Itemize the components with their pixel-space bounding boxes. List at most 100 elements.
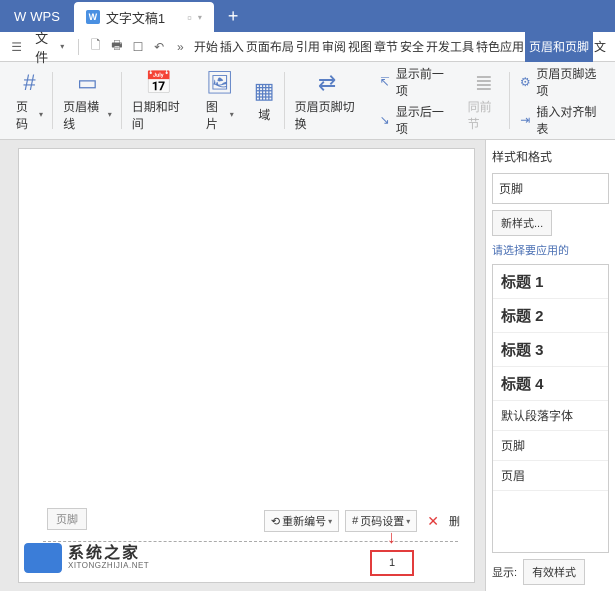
chevron-down-icon: ▾ xyxy=(39,110,43,119)
chevron-down-icon: ▾ xyxy=(406,517,410,526)
delete-label: 删 xyxy=(449,513,460,529)
page-number-icon: # xyxy=(23,70,35,96)
style-item-h1[interactable]: 标题 1 xyxy=(493,265,608,299)
field-icon: ▦ xyxy=(254,78,275,104)
next-icon: ↘ xyxy=(378,112,392,128)
style-item-h3[interactable]: 标题 3 xyxy=(493,333,608,367)
show-mode-select[interactable]: 有效样式 xyxy=(523,559,585,585)
document-area[interactable]: ⟲重新编号▾ #页码设置▾ ✕ 删 页脚 ↓ 1 系统之家 XITONGZHIJ… xyxy=(0,140,485,591)
tab-insert[interactable]: 插入 xyxy=(219,32,245,62)
show-next-button[interactable]: ↘显示后一项 xyxy=(378,103,450,137)
switch-group[interactable]: ⇄ 页眉页脚切换 xyxy=(285,62,370,139)
new-style-button[interactable]: 新样式... xyxy=(492,210,552,236)
page-setup-icon: # xyxy=(352,515,358,527)
content-area: ⟲重新编号▾ #页码设置▾ ✕ 删 页脚 ↓ 1 系统之家 XITONGZHIJ… xyxy=(0,140,615,591)
switch-icon: ⇄ xyxy=(318,70,336,96)
show-label: 显示: xyxy=(492,564,517,580)
style-item-h4[interactable]: 标题 4 xyxy=(493,367,608,401)
renumber-icon: ⟲ xyxy=(271,515,280,528)
picture-icon: 🖼 xyxy=(206,70,234,96)
tab-devtools[interactable]: 开发工具 xyxy=(425,32,475,62)
page-setup-label: 页码设置 xyxy=(360,513,404,529)
tab-text[interactable]: 文 xyxy=(593,32,607,62)
doc-icon: W xyxy=(86,10,100,24)
doc-title: 文字文稿1 xyxy=(106,8,165,27)
hf-options-button[interactable]: ⚙页眉页脚选项 xyxy=(518,65,601,99)
watermark-logo: 系统之家 XITONGZHIJIA.NET xyxy=(24,543,149,573)
print-icon[interactable]: 🖶 xyxy=(108,37,125,57)
insert-align-button[interactable]: ⇥插入对齐制表 xyxy=(518,103,601,137)
renumber-label: 重新编号 xyxy=(282,513,326,529)
style-item-header[interactable]: 页眉 xyxy=(493,461,608,491)
document-tab[interactable]: W 文字文稿1 ▫ ▾ xyxy=(74,2,214,32)
style-item-h2[interactable]: 标题 2 xyxy=(493,299,608,333)
menu-bar: ☰ 文件 ▾ 🗋 🖶 ☐ ↶ » 开始 插入 页面布局 引用 审阅 视图 章节 … xyxy=(0,32,615,62)
datetime-group[interactable]: 📅 日期和时间 xyxy=(122,62,196,139)
page-setup-button[interactable]: #页码设置▾ xyxy=(345,510,417,532)
show-group: ↸显示前一项 ↘显示后一项 xyxy=(370,65,458,137)
tab-layout[interactable]: 页面布局 xyxy=(245,32,295,62)
title-bar: W WPS W 文字文稿1 ▫ ▾ + xyxy=(0,0,615,32)
align-icon: ⇥ xyxy=(518,112,532,128)
panel-footer: 显示: 有效样式 xyxy=(492,559,609,585)
header-line-label: 页眉横线 xyxy=(63,98,106,132)
page-number-field[interactable]: 1 xyxy=(370,550,414,576)
logo-en: XITONGZHIJIA.NET xyxy=(68,562,149,570)
field-group[interactable]: ▦ 域 xyxy=(244,62,285,139)
more-icon[interactable]: » xyxy=(172,37,189,57)
preview-icon[interactable]: ☐ xyxy=(129,37,146,57)
style-item-default[interactable]: 默认段落字体 xyxy=(493,401,608,431)
tab-header-footer[interactable]: 页眉和页脚 xyxy=(525,32,593,62)
same-section-group[interactable]: ≣ 同前节 xyxy=(458,62,510,139)
header-line-group[interactable]: ▭ 页眉横线▾ xyxy=(53,62,122,139)
logo-text: 系统之家 XITONGZHIJIA.NET xyxy=(68,546,149,570)
tab-special[interactable]: 特色应用 xyxy=(475,32,525,62)
ribbon-toolbar: # 页码▾ ▭ 页眉横线▾ 📅 日期和时间 🖼 图片▾ ▦ 域 ⇄ 页眉页脚切换… xyxy=(0,62,615,140)
chevron-down-icon: ▾ xyxy=(108,110,112,119)
field-label: 域 xyxy=(258,106,270,123)
tab-review[interactable]: 审阅 xyxy=(321,32,347,62)
wps-logo-icon: W xyxy=(14,9,26,24)
hamburger-icon[interactable]: ☰ xyxy=(8,37,25,57)
tab-start[interactable]: 开始 xyxy=(193,32,219,62)
styles-panel: 样式和格式 页脚 新样式... 请选择要应用的 标题 1 标题 2 标题 3 标… xyxy=(485,140,615,591)
tab-reference[interactable]: 引用 xyxy=(295,32,321,62)
separator xyxy=(78,39,79,55)
same-section-label: 同前节 xyxy=(468,98,500,132)
ribbon-tabs: 开始 插入 页面布局 引用 审阅 视图 章节 安全 开发工具 特色应用 页眉和页… xyxy=(193,32,607,62)
header-line-icon: ▭ xyxy=(77,70,98,96)
page-number-group[interactable]: # 页码▾ xyxy=(6,62,53,139)
file-label: 文件 xyxy=(35,28,56,66)
show-prev-label: 显示前一项 xyxy=(396,65,450,99)
current-style-box[interactable]: 页脚 xyxy=(492,173,609,204)
calendar-icon: 📅 xyxy=(145,70,172,96)
page-number-label: 页码 xyxy=(16,98,37,132)
prev-icon: ↸ xyxy=(378,74,392,90)
datetime-label: 日期和时间 xyxy=(132,98,186,132)
add-tab-button[interactable]: + xyxy=(214,6,253,27)
app-name: WPS xyxy=(30,9,60,24)
file-menu[interactable]: 文件 ▾ xyxy=(29,28,70,66)
style-item-footer[interactable]: 页脚 xyxy=(493,431,608,461)
tab-view[interactable]: 视图 xyxy=(347,32,373,62)
save-icon[interactable]: 🗋 xyxy=(87,37,104,57)
logo-badge-icon xyxy=(24,543,62,573)
page[interactable]: ⟲重新编号▾ #页码设置▾ ✕ 删 页脚 ↓ 1 xyxy=(18,148,475,583)
footer-tag: 页脚 xyxy=(47,508,87,530)
switch-label: 页眉页脚切换 xyxy=(295,98,360,132)
tab-security[interactable]: 安全 xyxy=(399,32,425,62)
tab-menu-icon[interactable]: ▫ xyxy=(187,10,192,25)
apply-hint: 请选择要应用的 xyxy=(492,242,609,258)
renumber-button[interactable]: ⟲重新编号▾ xyxy=(264,510,339,532)
tab-section[interactable]: 章节 xyxy=(373,32,399,62)
tab-dropdown-icon[interactable]: ▾ xyxy=(198,13,202,22)
picture-group[interactable]: 🖼 图片▾ xyxy=(196,62,244,139)
picture-label: 图片 xyxy=(206,98,228,132)
arrow-down-icon: ↓ xyxy=(387,527,396,548)
show-prev-button[interactable]: ↸显示前一项 xyxy=(378,65,450,99)
undo-icon[interactable]: ↶ xyxy=(151,37,168,57)
delete-icon[interactable]: ✕ xyxy=(423,513,443,530)
same-section-icon: ≣ xyxy=(475,70,493,96)
insert-align-label: 插入对齐制表 xyxy=(536,103,601,137)
options-icon: ⚙ xyxy=(518,74,532,90)
